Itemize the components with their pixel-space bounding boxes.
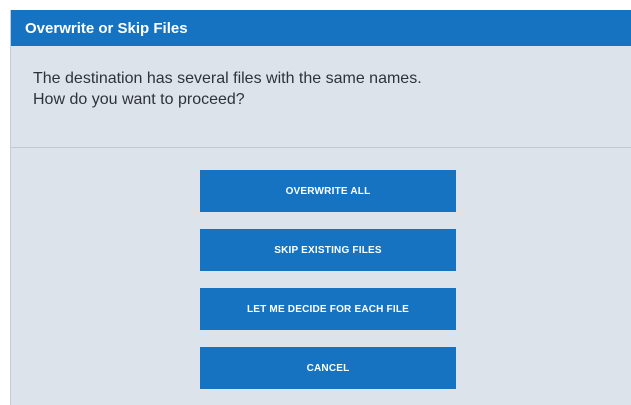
overwrite-all-button[interactable]: OVERWRITE ALL xyxy=(200,170,456,212)
dialog-message: The destination has several files with t… xyxy=(11,46,631,148)
dialog-titlebar: Overwrite or Skip Files xyxy=(11,10,631,46)
message-line-2: How do you want to proceed? xyxy=(33,91,245,108)
dialog-title: Overwrite or Skip Files xyxy=(25,19,188,37)
cancel-button[interactable]: CANCEL xyxy=(200,347,456,389)
message-line-1: The destination has several files with t… xyxy=(33,70,422,87)
decide-each-file-button[interactable]: LET ME DECIDE FOR EACH FILE xyxy=(200,288,456,330)
overwrite-skip-dialog: Overwrite or Skip Files The destination … xyxy=(10,10,631,405)
skip-existing-files-button[interactable]: SKIP EXISTING FILES xyxy=(200,229,456,271)
